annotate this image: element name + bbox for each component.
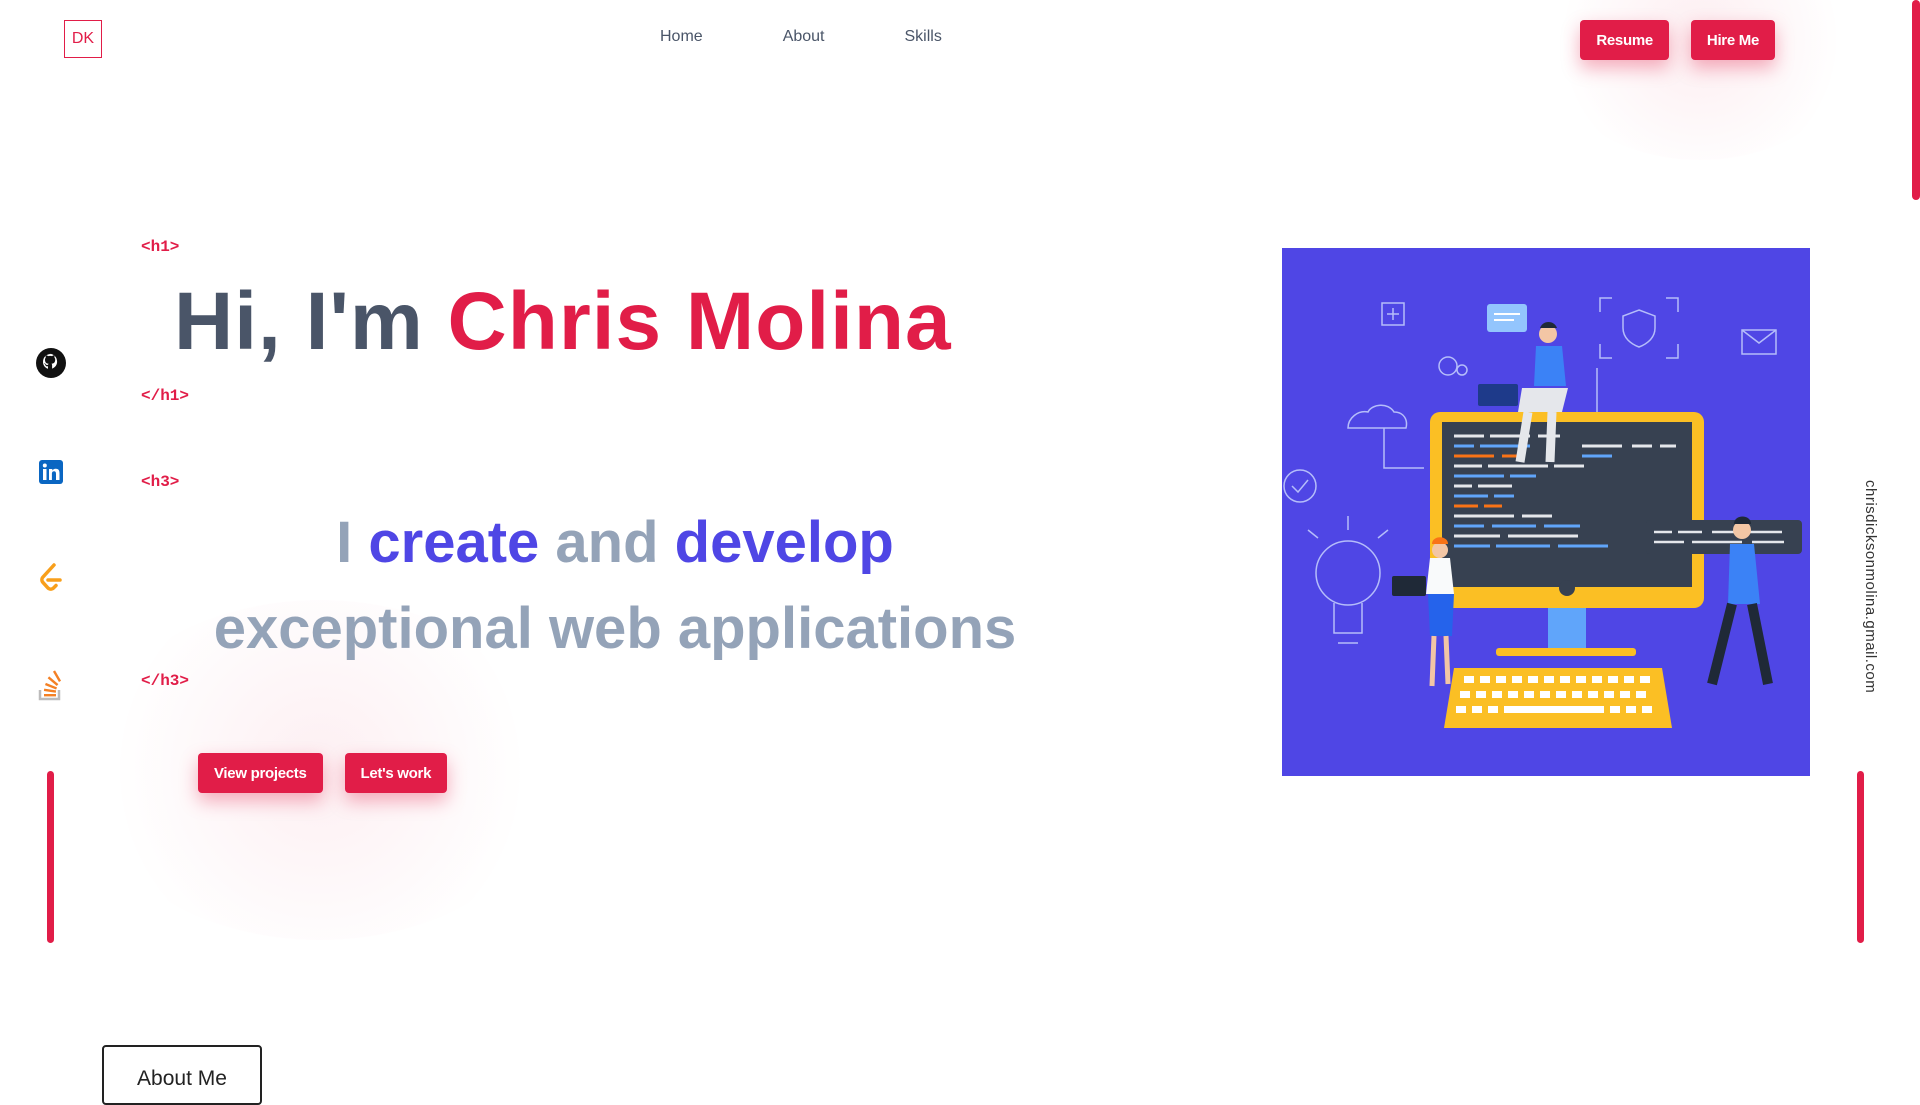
hero-illustration: [1282, 248, 1810, 776]
nav-about[interactable]: About: [783, 28, 825, 46]
h3-open-tag: <h3>: [141, 473, 180, 491]
tagline-word: and: [539, 510, 675, 575]
leetcode-icon[interactable]: [34, 561, 68, 595]
site-logo[interactable]: DK: [64, 20, 102, 58]
tagline-highlight-create: create: [368, 510, 540, 575]
tagline-word: I: [336, 510, 369, 575]
hero-tagline: I create and develop exceptional web app…: [175, 500, 1055, 672]
hero-heading: Hi, I'm Chris Molina: [174, 275, 952, 369]
main-nav: Home About Skills: [660, 28, 942, 46]
lets-work-button[interactable]: Let's work: [344, 753, 448, 793]
h3-close-tag: </h3>: [141, 672, 190, 690]
hire-me-button[interactable]: Hire Me: [1690, 20, 1775, 60]
left-accent-bar: [47, 771, 54, 943]
email-link[interactable]: chrisdicksonmolina.gmail.com: [1862, 480, 1879, 693]
header-actions: Resume Hire Me: [1580, 20, 1775, 60]
nav-skills[interactable]: Skills: [905, 28, 942, 46]
hero-name: Chris Molina: [447, 276, 952, 367]
h1-open-tag: <h1>: [141, 238, 180, 256]
right-accent-bar: [1857, 771, 1864, 943]
resume-button[interactable]: Resume: [1580, 20, 1669, 60]
about-me-button[interactable]: About Me: [102, 1045, 262, 1105]
nav-home[interactable]: Home: [660, 28, 703, 46]
scroll-indicator[interactable]: [1912, 0, 1920, 200]
h1-close-tag: </h1>: [141, 387, 190, 405]
view-projects-button[interactable]: View projects: [198, 753, 323, 793]
hero-actions: View projects Let's work: [198, 753, 448, 793]
tagline-word: exceptional web applications: [213, 596, 1017, 661]
github-icon[interactable]: [34, 346, 68, 380]
developer-illustration: [1283, 297, 1802, 728]
linkedin-icon[interactable]: [34, 455, 68, 489]
tagline-highlight-develop: develop: [674, 510, 894, 575]
stackoverflow-icon[interactable]: [34, 669, 68, 703]
greeting-text: Hi, I'm: [174, 276, 448, 367]
